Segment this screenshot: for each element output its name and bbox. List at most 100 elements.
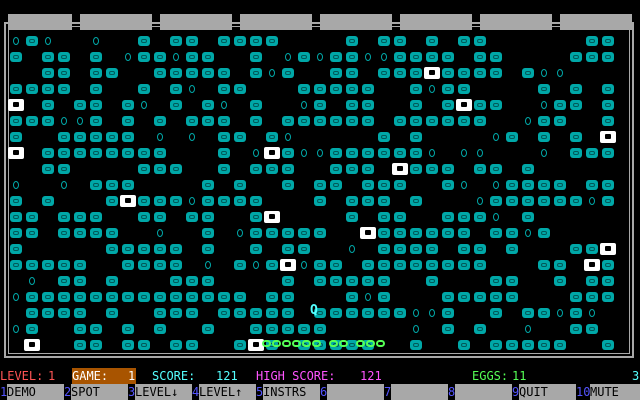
cyan-block-icon [314,324,326,334]
cyan-block-icon [266,292,278,302]
egg [458,148,470,158]
cyan-block-icon [122,244,134,254]
cyan-block-icon [570,100,582,110]
cyan-block-icon [106,180,118,190]
cyan-block-icon [122,148,134,158]
cyan-block-icon [170,244,182,254]
cyan-block-icon [538,308,550,318]
cyan-block-icon [218,164,230,174]
function-key-8[interactable]: 8 [448,384,512,400]
cyan-block-icon [554,340,566,350]
egg-icon [365,53,371,61]
function-key-4[interactable]: 4 LEVEL↑ [192,384,256,400]
cyan-block-icon [426,276,438,286]
cyan-block-icon [362,308,374,318]
cyan-block-icon [250,100,262,110]
cyan-block-icon [426,116,438,126]
cyan-block-icon [10,132,22,142]
function-key-2[interactable]: 2 SPOT [64,384,128,400]
egg-icon [493,133,499,141]
snake-icon [24,339,40,351]
cyan-block-icon [250,196,262,206]
cyan-block-icon [378,276,390,286]
function-key-number: 7 [384,385,392,399]
cyan-block-icon [266,260,278,270]
cyan-block-icon [570,52,582,62]
cyan-block-icon [138,244,150,254]
cyan-block-icon [106,148,118,158]
cyan-block-icon [202,68,214,78]
snake-icon [456,99,472,111]
cyan-block-icon [474,100,486,110]
cyan-block-icon [218,36,230,46]
cyan-block-icon [394,148,406,158]
cyan-block-icon [234,132,246,142]
cyan-block-icon [218,196,230,206]
cyan-block-icon [90,180,102,190]
egg [298,260,310,270]
function-key-9[interactable]: 9 QUIT [512,384,576,400]
egg-icon [541,101,547,109]
cyan-block-icon [282,292,294,302]
cyan-block-icon [186,68,198,78]
cyan-block-icon [538,180,550,190]
function-key-7[interactable]: 7 [384,384,448,400]
cyan-block-icon [522,180,534,190]
cyan-block-icon [138,340,150,350]
cyan-block-icon [522,196,534,206]
cyan-block-icon [586,180,598,190]
cyan-block-icon [442,100,454,110]
cyan-block-icon [170,276,182,286]
cyan-block-icon [314,180,326,190]
cyan-block-icon [186,212,198,222]
cyan-block-icon [410,116,422,126]
function-key-10[interactable]: 10 MUTE [576,384,640,400]
cyan-block-icon [154,116,166,126]
cyan-block-icon [378,244,390,254]
cyan-block-icon [394,180,406,190]
cyan-block-icon [138,292,150,302]
cyan-block-icon [58,132,70,142]
cyan-block-icon [26,260,38,270]
cyan-block-icon [74,212,86,222]
egg-icon [285,133,291,141]
function-key-1[interactable]: 1 DEMO [0,384,64,400]
cyan-block-icon [394,36,406,46]
function-key-6[interactable]: 6 [320,384,384,400]
cyan-block-icon [490,292,502,302]
cyan-block-icon [458,68,470,78]
function-key-5[interactable]: 5 INSTRS [256,384,320,400]
cyan-block-icon [26,324,38,334]
cyan-block-icon [490,308,502,318]
cyan-block-icon [250,36,262,46]
cyan-block-icon [378,180,390,190]
cyan-block-icon [186,276,198,286]
cyan-block-icon [410,244,422,254]
cyan-block-icon [218,308,230,318]
cyan-block-icon [346,116,358,126]
cyan-block-icon [90,228,102,238]
egg [362,52,374,62]
tail-segment [339,340,348,347]
cyan-block-icon [58,68,70,78]
cyan-block-icon [410,260,422,270]
egg [362,292,374,302]
cyan-block-icon [394,116,406,126]
cyan-block-icon [90,324,102,334]
cyan-block-icon [186,340,198,350]
cyan-block-icon [378,68,390,78]
egg [538,100,550,110]
function-key-3[interactable]: 3 LEVEL↓ [128,384,192,400]
egg-icon [13,325,19,333]
egg-icon [205,261,211,269]
cyan-block-icon [602,100,614,110]
cyan-block-icon [314,260,326,270]
cyan-block-icon [282,244,294,254]
snake-icon [584,259,600,271]
cyan-block-icon [346,276,358,286]
cyan-block-icon [282,324,294,334]
cyan-block-icon [458,228,470,238]
cyan-block-icon [602,340,614,350]
cyan-block-icon [474,324,486,334]
egg-icon [525,229,531,237]
